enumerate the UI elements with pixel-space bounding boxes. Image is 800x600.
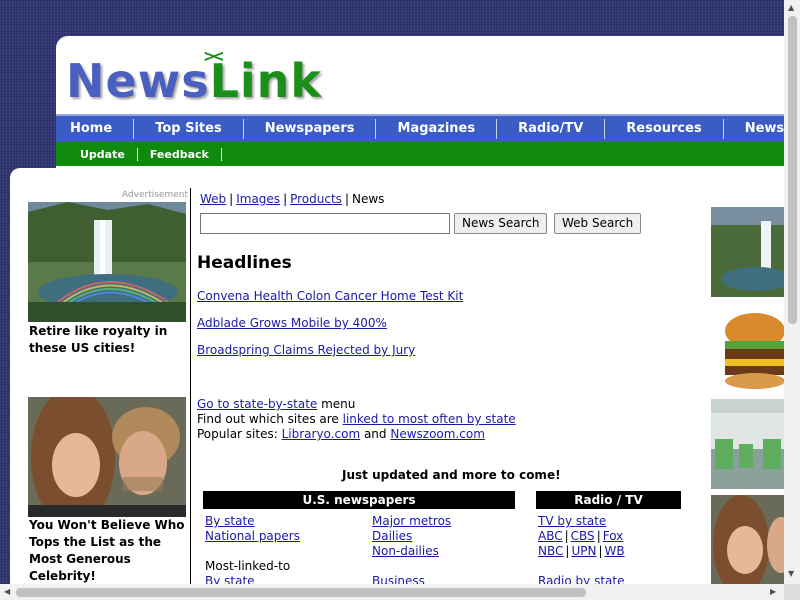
- most-linked-by-state-link[interactable]: By state: [205, 574, 255, 584]
- most-linked-label: Most-linked-to: [205, 559, 291, 573]
- tab-images[interactable]: Images: [236, 192, 280, 206]
- logo-link-text: Link: [209, 54, 322, 108]
- scroll-left-arrow-icon[interactable]: ◀: [4, 588, 10, 596]
- site-logo[interactable]: NewsLink: [66, 58, 322, 104]
- news-search-button[interactable]: News Search: [454, 213, 548, 234]
- abc-link[interactable]: ABC: [538, 529, 563, 543]
- fox-link[interactable]: Fox: [603, 529, 624, 543]
- scroll-down-arrow-icon[interactable]: ▼: [788, 570, 794, 578]
- search-input[interactable]: [200, 213, 450, 234]
- site-header: >< NewsLink Home Top Sites Newspapers Ma…: [56, 36, 784, 170]
- nav-magazines[interactable]: Magazines: [376, 119, 498, 139]
- celebrity-ad-image[interactable]: [28, 397, 186, 517]
- linked-by-state-line: Find out which sites are linked to most …: [197, 412, 516, 426]
- ad-caption-celebrity[interactable]: You Won't Believe Who Tops the List as t…: [29, 517, 185, 584]
- state-menu-line: Go to state-by-state menu: [197, 397, 356, 411]
- non-dailies-link[interactable]: Non-dailies: [372, 544, 439, 558]
- vertical-scrollbar[interactable]: ▲ ▼: [784, 0, 800, 584]
- vertical-scroll-thumb[interactable]: [788, 16, 797, 324]
- libraryo-link[interactable]: Libraryo.com: [282, 427, 361, 441]
- national-papers-link[interactable]: National papers: [205, 529, 300, 543]
- popular-sites-line: Popular sites: Libraryo.com and Newszoom…: [197, 427, 485, 441]
- business-link[interactable]: Business: [372, 574, 425, 584]
- nav-newscircle[interactable]: NewsCir: [724, 119, 784, 139]
- major-metros-link[interactable]: Major metros: [372, 514, 451, 528]
- nav-home[interactable]: Home: [56, 119, 135, 139]
- nav-radio-tv[interactable]: Radio/TV: [497, 119, 606, 139]
- sub-nav-update[interactable]: Update: [56, 147, 138, 161]
- radio-tv-header: Radio / TV: [536, 491, 681, 509]
- tab-products[interactable]: Products: [290, 192, 342, 206]
- burger-thumb-image[interactable]: [711, 303, 784, 393]
- newszoom-link[interactable]: Newszoom.com: [390, 427, 485, 441]
- scroll-up-arrow-icon[interactable]: ▲: [788, 4, 794, 12]
- waterfall-ad-image[interactable]: [28, 202, 186, 322]
- headlines-title: Headlines: [197, 253, 292, 273]
- search-tabs: Web | Images | Products | News: [200, 192, 385, 206]
- column-divider: [190, 188, 191, 584]
- scroll-right-arrow-icon[interactable]: ▶: [770, 588, 776, 596]
- sub-nav: Update Feedback: [56, 142, 784, 166]
- state-by-state-link[interactable]: Go to state-by-state: [197, 397, 317, 411]
- sub-nav-feedback[interactable]: Feedback: [138, 147, 222, 161]
- nav-resources[interactable]: Resources: [605, 119, 724, 139]
- tab-web[interactable]: Web: [200, 192, 226, 206]
- headline-link[interactable]: Adblade Grows Mobile by 400%: [197, 316, 387, 330]
- airplane-thumb-image[interactable]: [711, 399, 784, 489]
- headline-link[interactable]: Convena Health Colon Cancer Home Test Ki…: [197, 289, 463, 303]
- right-ad-column: [711, 207, 784, 584]
- radio-by-state-link[interactable]: Radio by state: [538, 574, 624, 584]
- network-row-1: ABC | CBS | Fox: [538, 529, 624, 543]
- horizontal-scroll-thumb[interactable]: [16, 588, 586, 597]
- wb-link[interactable]: WB: [604, 544, 624, 558]
- headline-link[interactable]: Broadspring Claims Rejected by Jury: [197, 343, 415, 357]
- nbc-link[interactable]: NBC: [538, 544, 563, 558]
- ad-label: Advertisement: [121, 190, 188, 200]
- tv-by-state-link[interactable]: TV by state: [538, 514, 606, 528]
- nav-newspapers[interactable]: Newspapers: [244, 119, 377, 139]
- network-row-2: NBC | UPN | WB: [538, 544, 625, 558]
- by-state-link[interactable]: By state: [205, 514, 255, 528]
- cbs-link[interactable]: CBS: [571, 529, 595, 543]
- dailies-link[interactable]: Dailies: [372, 529, 412, 543]
- updated-note: Just updated and more to come!: [342, 468, 561, 482]
- scrollbar-corner: [784, 584, 800, 600]
- linked-by-state-link[interactable]: linked to most often by state: [343, 412, 516, 426]
- content-area: Advertisement Retire like royalty in the…: [10, 168, 784, 584]
- tab-news[interactable]: News: [352, 192, 384, 206]
- us-newspapers-header: U.S. newspapers: [203, 491, 515, 509]
- horizontal-scrollbar[interactable]: ◀ ▶: [0, 584, 784, 600]
- celebrity-thumb-image[interactable]: [711, 495, 784, 584]
- ad-caption-retire[interactable]: Retire like royalty in these US cities!: [29, 323, 185, 357]
- nav-top-sites[interactable]: Top Sites: [134, 119, 244, 139]
- left-ad-column: Advertisement Retire like royalty in the…: [28, 190, 188, 584]
- web-search-button[interactable]: Web Search: [554, 213, 642, 234]
- waterfall-thumb-image[interactable]: [711, 207, 784, 297]
- main-nav: Home Top Sites Newspapers Magazines Radi…: [56, 114, 784, 142]
- upn-link[interactable]: UPN: [571, 544, 596, 558]
- logo-news-text: News: [66, 54, 210, 108]
